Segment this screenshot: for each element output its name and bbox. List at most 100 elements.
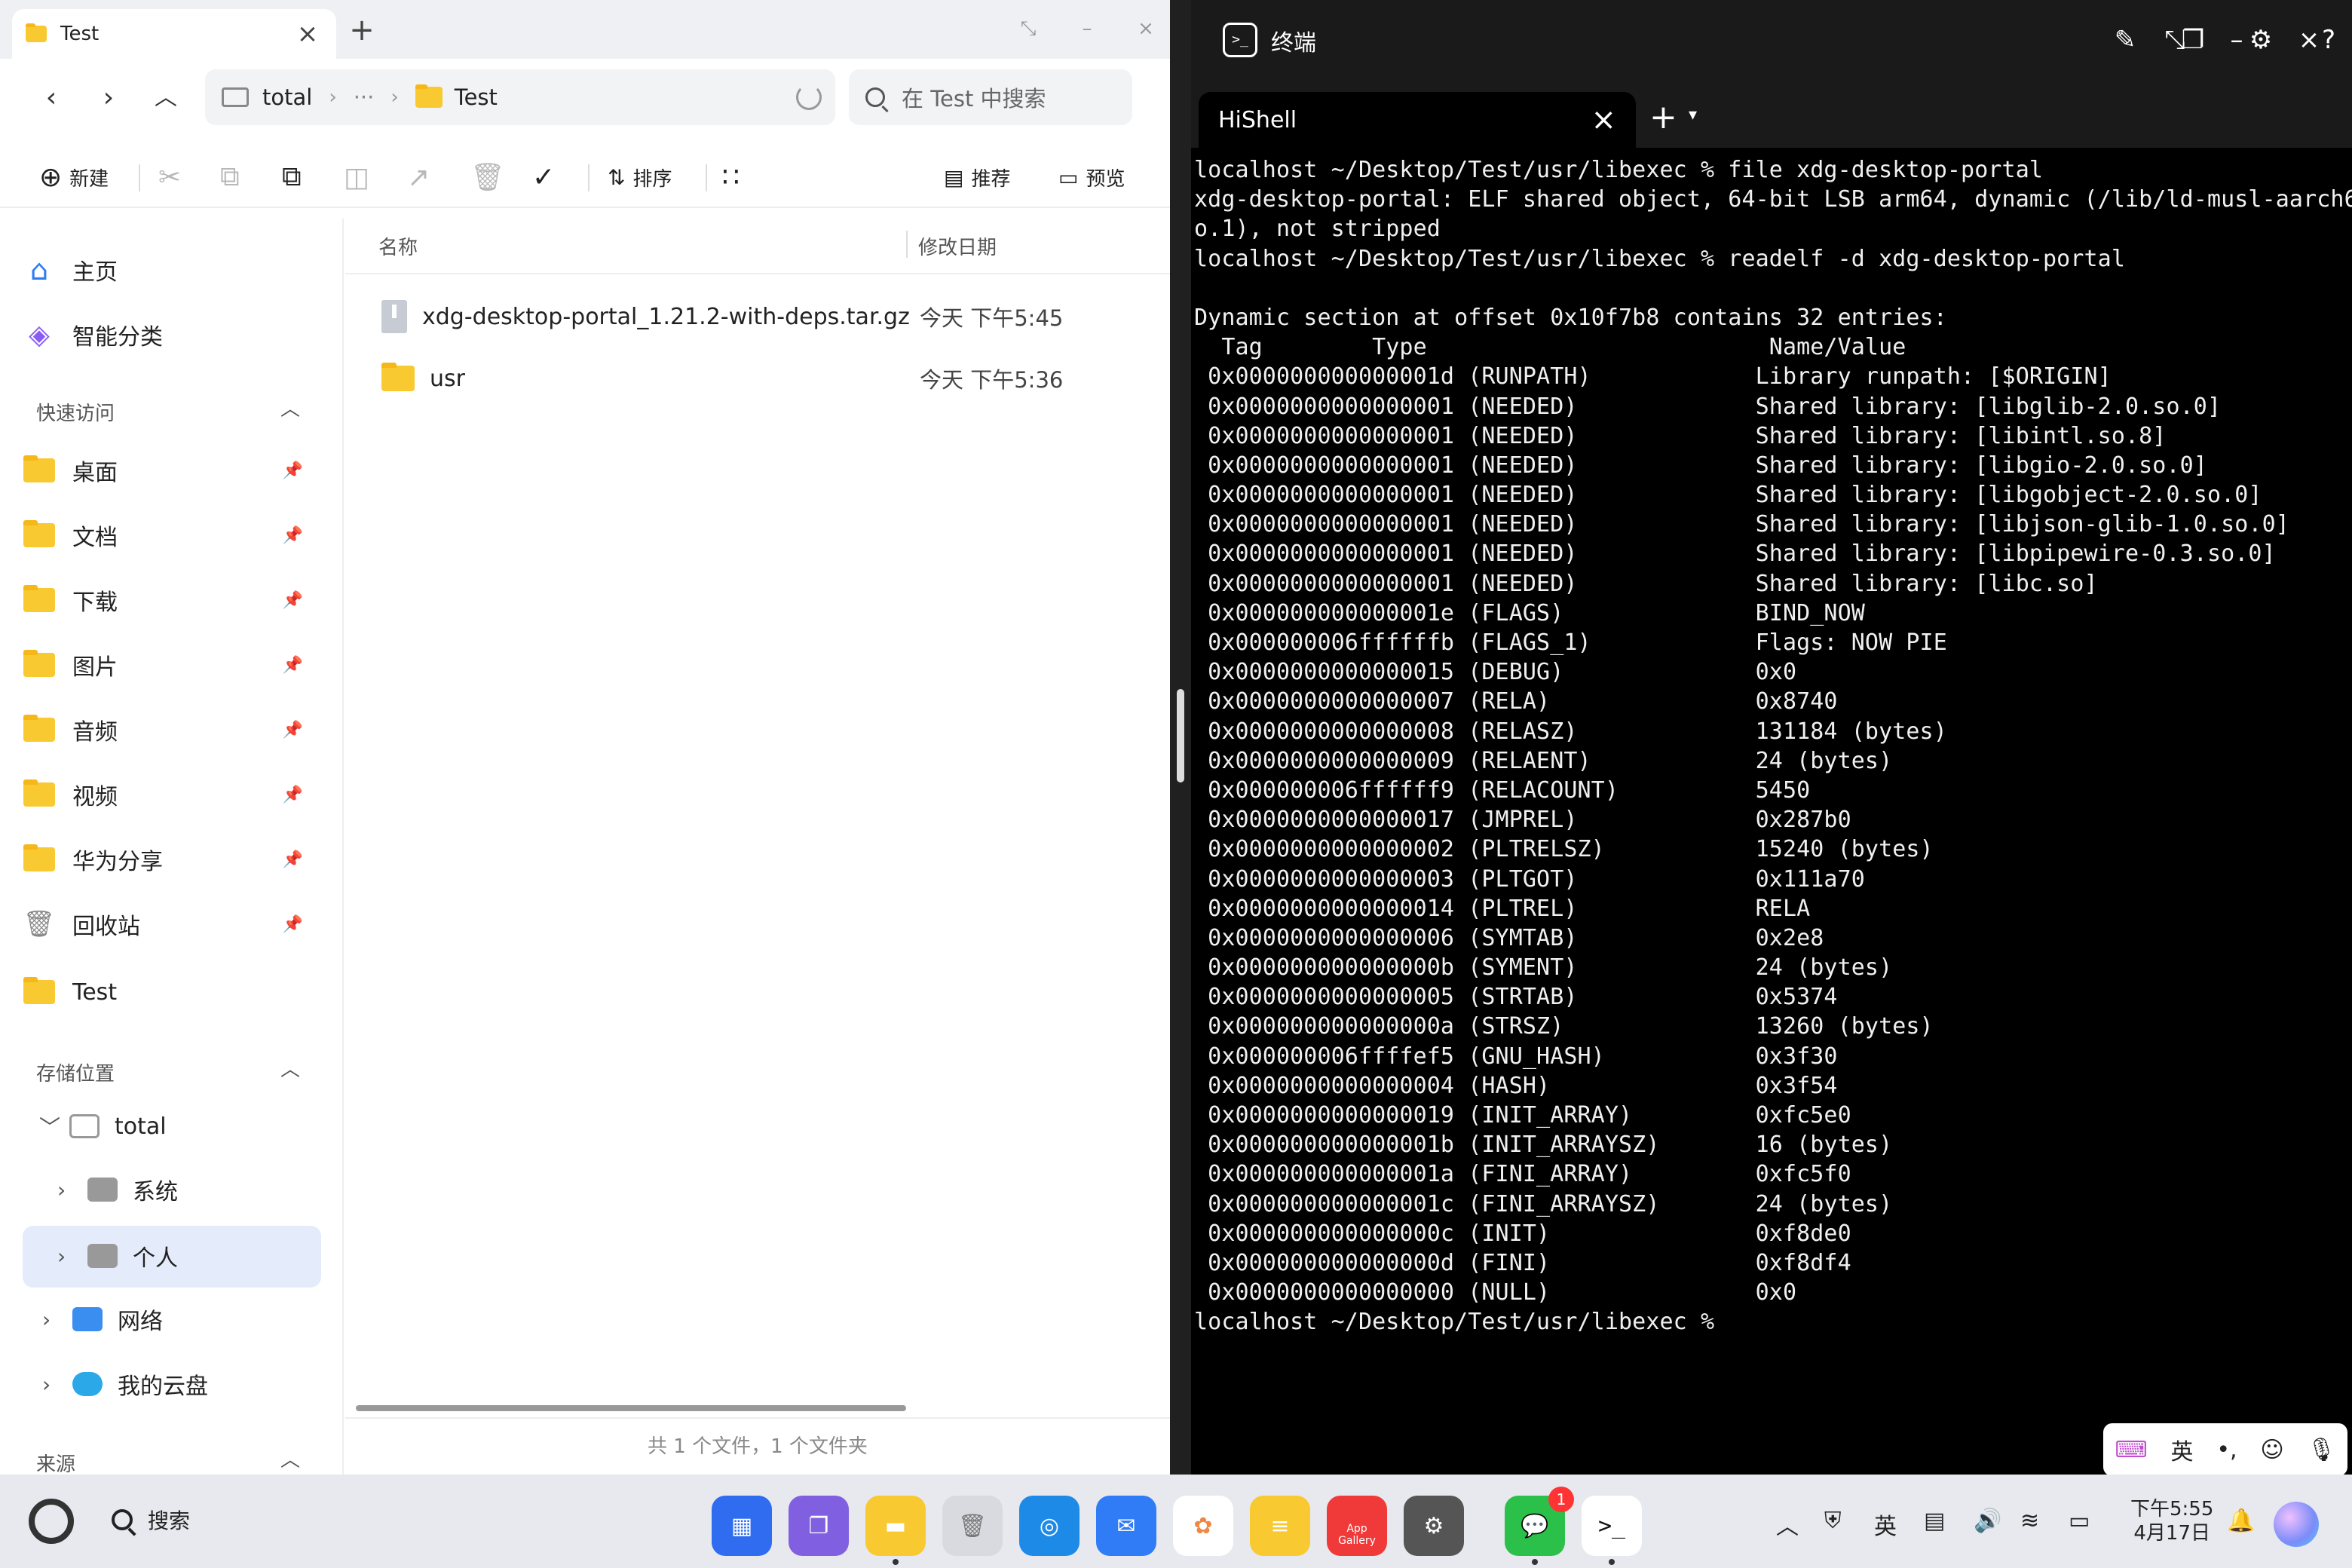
file-manager-dock-icon[interactable]: ▬ [865, 1496, 926, 1556]
chevron-down-icon[interactable]: ▾ [1689, 106, 1697, 124]
sidebar-item-video[interactable]: 视频 📌 [23, 764, 321, 825]
close-window-icon[interactable]: × [1129, 14, 1162, 44]
column-header-name[interactable]: 名称 [378, 232, 418, 260]
sort-button[interactable]: ⇅ 排序 [608, 158, 672, 196]
minimize-icon[interactable]: – [2219, 23, 2254, 57]
pin-icon[interactable]: 📌 [283, 526, 303, 545]
clock[interactable]: 下午5:55 4月17日 [2130, 1497, 2213, 1545]
chevron-right-icon[interactable]: › [42, 1307, 72, 1332]
restore-icon[interactable]: ⤡ [1012, 14, 1045, 44]
restore-icon[interactable]: ⤡ [2158, 23, 2192, 57]
split-divider[interactable] [1170, 0, 1191, 1475]
emoji-icon[interactable]: ☺ [2260, 1437, 2283, 1463]
new-tab-button[interactable]: + [345, 14, 378, 47]
terminal-dock-icon[interactable]: >_ [1582, 1496, 1642, 1556]
edit-icon[interactable]: ✎ [2108, 23, 2142, 57]
minimize-icon[interactable]: – [1070, 14, 1104, 44]
cut-button[interactable]: ✂ [158, 158, 188, 196]
battery-icon[interactable]: ▭ [2069, 1508, 2090, 1534]
notes-icon[interactable]: ≡ [1250, 1496, 1310, 1556]
view-mode-button[interactable]: ∷ [722, 158, 747, 196]
file-row[interactable]: xdg-desktop-portal_1.21.2-with-deps.tar.… [345, 286, 1170, 347]
volume-icon[interactable]: 🔊 [1974, 1508, 2001, 1534]
app-launcher-icon[interactable]: ▦ [712, 1496, 772, 1556]
photos-icon[interactable]: ✿ [1173, 1496, 1233, 1556]
sidebar-item-recycle-bin[interactable]: 🗑 回收站 📌 [23, 894, 321, 954]
pin-icon[interactable]: 📌 [283, 850, 303, 869]
search-input[interactable]: 在 Test 中搜索 [849, 69, 1132, 125]
breadcrumb-root[interactable]: total [262, 84, 312, 110]
terminal-tab-hishell[interactable]: HiShell × [1199, 92, 1636, 148]
sidebar-item-test[interactable]: Test [23, 962, 321, 1022]
close-tab-icon[interactable]: × [1591, 103, 1616, 137]
mail-icon[interactable]: ✉ [1096, 1496, 1156, 1556]
new-terminal-tab-button[interactable]: + [1649, 101, 1677, 134]
collapse-chevron-icon[interactable]: ︿ [280, 394, 300, 421]
clipboard-icon[interactable]: ▤ [1924, 1508, 1945, 1534]
share-button[interactable]: ↗ [407, 158, 437, 196]
breadcrumb-ellipsis[interactable]: ··· [354, 84, 375, 110]
sidebar-item-smart-category[interactable]: ◈ 智能分类 [23, 305, 321, 365]
app-gallery-icon[interactable]: App Gallery [1327, 1496, 1387, 1556]
chevron-right-icon[interactable]: › [42, 1372, 72, 1397]
ime-keyboard-icon[interactable]: ⌨ [2115, 1437, 2147, 1463]
column-header-modified[interactable]: 修改日期 [918, 232, 997, 260]
delete-button[interactable]: 🗑 [470, 158, 513, 196]
wechat-icon[interactable]: 💬 1 [1505, 1487, 1574, 1556]
input-method-indicator[interactable]: 英 [1874, 1508, 1897, 1541]
breadcrumb-current[interactable]: Test [455, 84, 498, 110]
chevron-down-icon[interactable]: ﹀ [39, 1111, 69, 1141]
browser-icon[interactable]: ◎ [1019, 1496, 1080, 1556]
recommend-button[interactable]: ▤ 推荐 [944, 158, 1010, 196]
new-button[interactable]: ⊕ 新建 [39, 158, 109, 196]
pin-icon[interactable]: 📌 [283, 656, 303, 675]
preview-button[interactable]: ▭ 预览 [1058, 158, 1125, 196]
compress-button[interactable]: ◫ [344, 158, 377, 196]
notification-bell-icon[interactable]: 🔔 [2227, 1508, 2255, 1534]
pin-icon[interactable]: 📌 [283, 915, 303, 934]
sidebar-item-huawei-share[interactable]: 华为分享 📌 [23, 829, 321, 890]
sidebar-item-audio[interactable]: 音频 📌 [23, 700, 321, 760]
recycle-bin-dock-icon[interactable]: 🗑 [942, 1496, 1003, 1556]
refresh-icon[interactable] [796, 84, 822, 110]
paste-button[interactable]: ⧉ [282, 158, 309, 196]
sidebar-item-documents[interactable]: 文档 📌 [23, 505, 321, 565]
horizontal-scrollbar[interactable] [356, 1405, 906, 1411]
sidebar-item-home[interactable]: ⌂ 主页 [23, 240, 321, 300]
close-window-icon[interactable]: × [2292, 23, 2326, 57]
copy-button[interactable]: ⧉ [220, 158, 247, 196]
address-bar[interactable]: total › ··· › Test [205, 69, 835, 125]
collapse-chevron-icon[interactable]: ︿ [280, 1444, 300, 1472]
column-divider[interactable] [906, 231, 908, 258]
split-grip-handle[interactable] [1177, 689, 1184, 782]
security-shield-icon[interactable]: ⛨ [1824, 1508, 1842, 1534]
pin-icon[interactable]: 📌 [283, 786, 303, 804]
settings-icon[interactable]: ⚙ [1404, 1496, 1464, 1556]
assistant-orb-icon[interactable] [2274, 1502, 2319, 1547]
back-button[interactable]: ‹ [35, 81, 68, 115]
multitask-icon[interactable]: ❐ [789, 1496, 849, 1556]
terminal-output[interactable]: localhost ~/Desktop/Test/usr/libexec % f… [1191, 148, 2352, 1475]
file-row[interactable]: usr 今天 下午5:36 [345, 348, 1170, 409]
collapse-chevron-icon[interactable]: ︿ [280, 1054, 300, 1082]
sidebar-item-desktop[interactable]: 桌面 📌 [23, 440, 321, 501]
tree-item-personal[interactable]: › 个人 [57, 1226, 178, 1286]
close-tab-icon[interactable]: × [292, 19, 323, 49]
start-button[interactable] [29, 1499, 74, 1544]
tree-item-network[interactable]: › 网络 [42, 1289, 163, 1349]
select-button[interactable]: ✓ [532, 158, 562, 196]
chevron-right-icon[interactable]: › [57, 1178, 87, 1202]
fm-tab-test[interactable]: Test × [12, 9, 336, 59]
pin-icon[interactable]: 📌 [283, 461, 303, 480]
up-button[interactable]: ︿ [149, 81, 182, 115]
punctuation-icon[interactable]: •, [2216, 1437, 2237, 1463]
pin-icon[interactable]: 📌 [283, 591, 303, 610]
tree-item-total[interactable]: ﹀ total [39, 1096, 167, 1156]
pin-icon[interactable]: 📌 [283, 721, 303, 740]
sidebar-item-pictures[interactable]: 图片 📌 [23, 635, 321, 695]
microphone-icon[interactable]: 🎙 [2307, 1437, 2335, 1463]
chevron-up-icon[interactable]: ︿ [1776, 1508, 1799, 1541]
forward-button[interactable]: › [92, 81, 125, 115]
chevron-right-icon[interactable]: › [57, 1244, 87, 1269]
tree-item-system[interactable]: › 系统 [57, 1159, 178, 1220]
